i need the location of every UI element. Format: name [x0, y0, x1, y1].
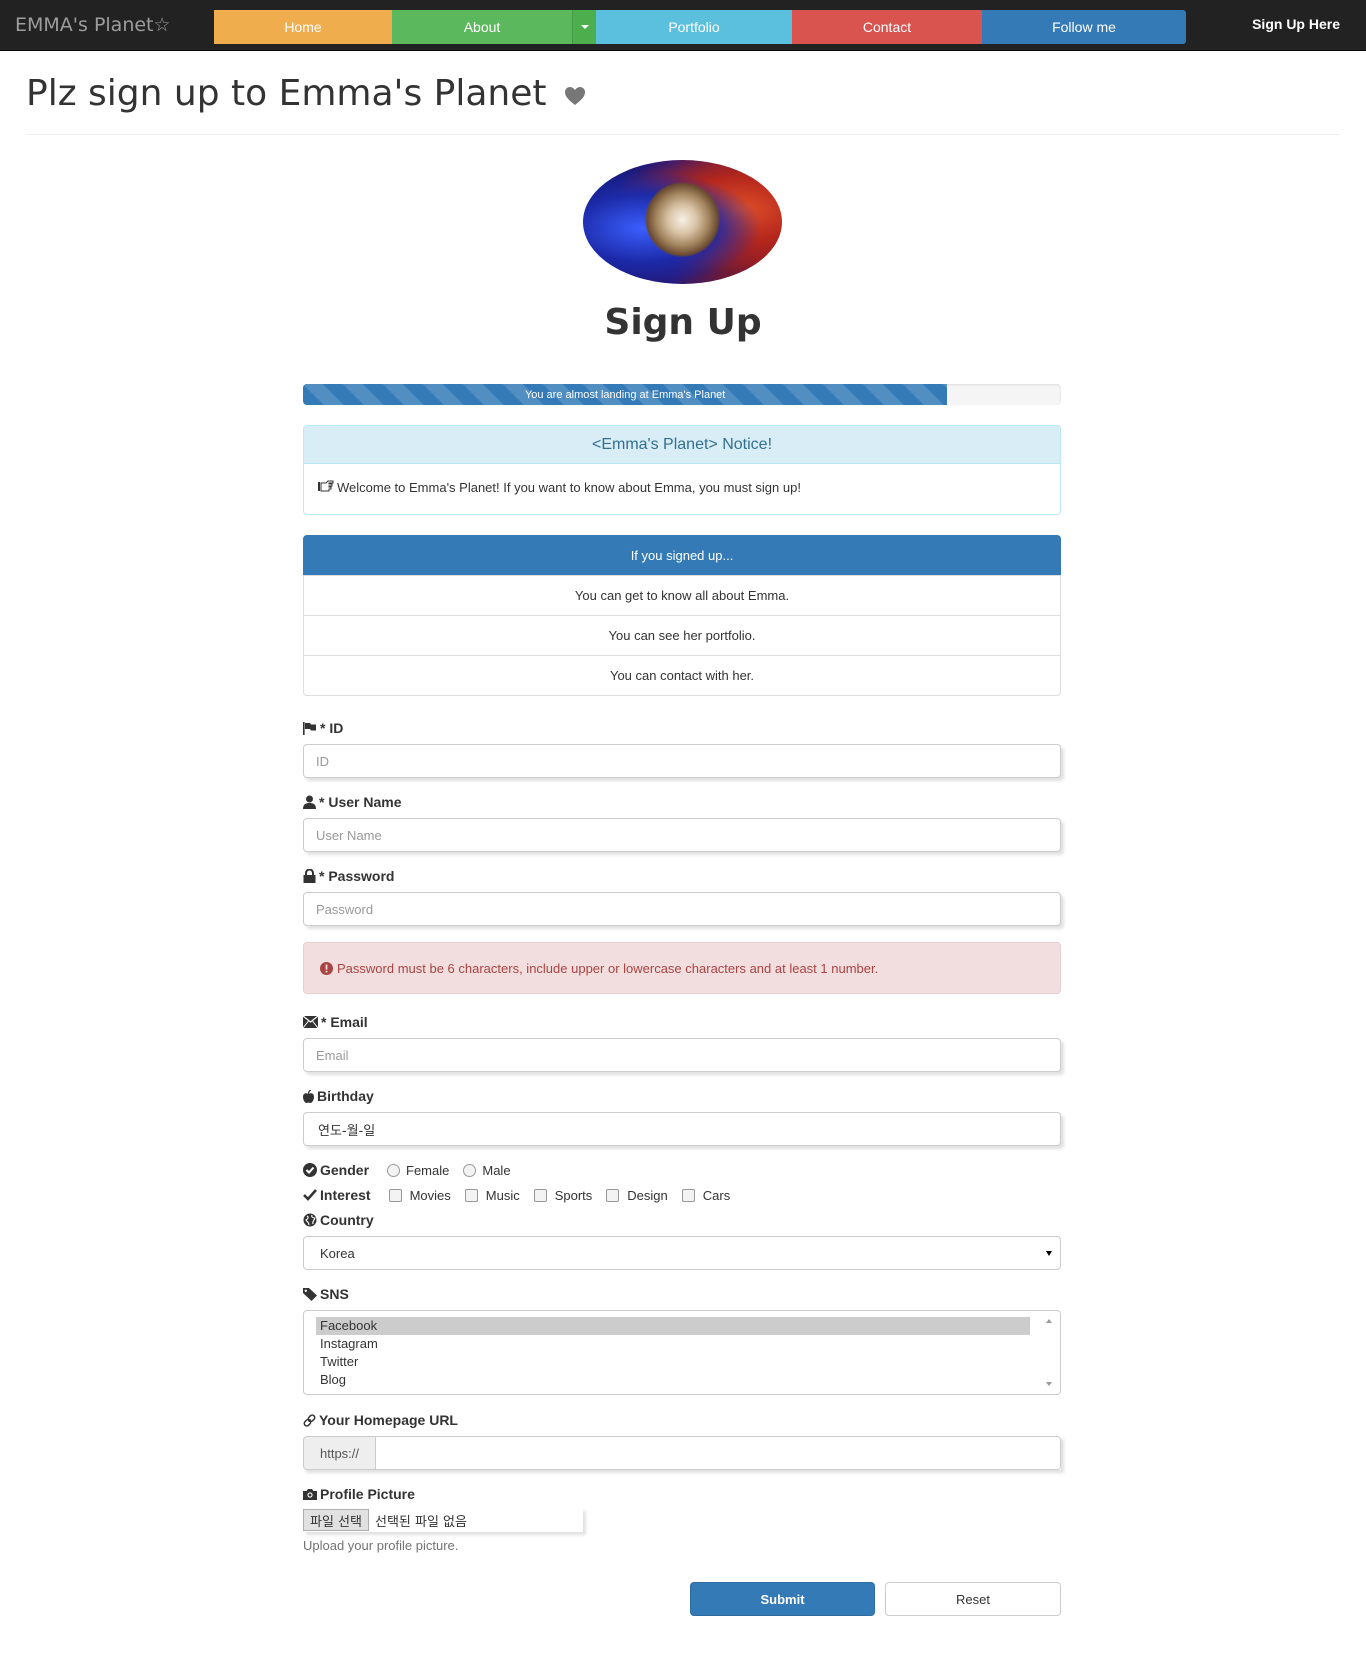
birthday-label: Birthday — [303, 1088, 374, 1104]
nav-follow-me[interactable]: Follow me — [982, 10, 1186, 44]
reset-button[interactable]: Reset — [885, 1582, 1061, 1616]
notice-panel: <Emma's Planet> Notice! Welcome to Emma'… — [303, 425, 1061, 515]
nav-portfolio[interactable]: Portfolio — [596, 10, 792, 44]
user-icon — [303, 795, 316, 809]
choose-file-button[interactable]: 파일 선택 — [303, 1509, 369, 1531]
select-arrow-icon — [1046, 1251, 1052, 1256]
country-selected-value: Korea — [320, 1245, 355, 1261]
navbar: EMMA's Planet☆ Home About Portfolio Cont… — [0, 0, 1366, 51]
gender-label: Gender — [303, 1162, 369, 1178]
envelope-icon — [303, 1016, 318, 1028]
signup-heading: Sign Up — [604, 302, 762, 343]
camera-icon — [303, 1489, 317, 1500]
tag-icon — [303, 1287, 317, 1301]
list-item: You can see her portfolio. — [303, 615, 1061, 656]
username-input[interactable] — [303, 818, 1061, 852]
brand[interactable]: EMMA's Planet☆ — [15, 14, 171, 36]
email-input[interactable] — [303, 1038, 1061, 1072]
checkbox-sports[interactable] — [533, 1188, 547, 1202]
submit-button[interactable]: Submit — [690, 1582, 875, 1616]
exclamation-circle-icon — [320, 961, 333, 975]
list-item: You can get to know all about Emma. — [303, 575, 1061, 616]
email-label: * Email — [303, 1014, 368, 1030]
page-title: Plz sign up to Emma's Planet — [26, 72, 586, 117]
no-file-text: 선택된 파일 없음 — [374, 1514, 467, 1530]
sns-label: SNS — [303, 1286, 349, 1302]
notice-body: Welcome to Emma's Planet! If you want to… — [304, 464, 1060, 511]
about-dropdown-toggle[interactable] — [572, 10, 596, 44]
progress-bar-track: You are almost landing at Emma's Planet — [303, 384, 1061, 405]
password-label: * Password — [303, 868, 394, 884]
homepage-input-group: https:// — [303, 1436, 1061, 1470]
scroll-up-icon[interactable] — [1046, 1319, 1052, 1323]
sns-option-instagram[interactable]: Instagram — [316, 1335, 1030, 1353]
interest-sports-option[interactable]: Sports — [533, 1188, 592, 1203]
sns-option-blog[interactable]: Blog — [316, 1371, 1030, 1389]
check-circle-icon — [303, 1163, 317, 1177]
planet-image — [583, 160, 782, 284]
checkbox-design[interactable] — [606, 1188, 620, 1202]
homepage-label: Your Homepage URL — [303, 1412, 458, 1428]
nav-home[interactable]: Home — [214, 10, 392, 44]
benefits-title: If you signed up... — [303, 535, 1061, 576]
checkbox-movies[interactable] — [388, 1188, 402, 1202]
gender-female-option[interactable]: Female — [387, 1163, 449, 1178]
interest-label: Interest — [303, 1187, 371, 1203]
gender-male-option[interactable]: Male — [463, 1163, 511, 1178]
sign-up-here-link[interactable]: Sign Up Here — [1252, 16, 1340, 32]
birthday-input[interactable]: 연도-월-일 — [303, 1112, 1061, 1146]
notice-title: <Emma's Planet> Notice! — [304, 426, 1060, 464]
id-input[interactable] — [303, 744, 1061, 778]
apple-icon — [303, 1089, 314, 1103]
sns-option-twitter[interactable]: Twitter — [316, 1353, 1030, 1371]
interest-group: Interest Movies Music Sports Design Cars — [303, 1187, 744, 1203]
password-input[interactable] — [303, 892, 1061, 926]
username-label: * User Name — [303, 794, 402, 810]
country-label: Country — [303, 1212, 374, 1228]
interest-movies-option[interactable]: Movies — [388, 1188, 451, 1203]
interest-music-option[interactable]: Music — [464, 1188, 520, 1203]
benefits-list: If you signed up... You can get to know … — [303, 535, 1061, 696]
nav-contact[interactable]: Contact — [792, 10, 982, 44]
country-select[interactable]: Korea — [303, 1236, 1061, 1270]
hand-pointing-icon — [318, 480, 334, 495]
header-divider — [26, 134, 1340, 135]
interest-design-option[interactable]: Design — [606, 1188, 668, 1203]
sns-option-facebook[interactable]: Facebook — [316, 1317, 1030, 1335]
flag-icon — [303, 721, 316, 735]
lock-icon — [303, 869, 316, 883]
page-title-text: Plz sign up to Emma's Planet — [26, 73, 547, 114]
homepage-url-input[interactable] — [376, 1436, 1061, 1470]
birthday-placeholder: 연도-월-일 — [318, 1123, 376, 1139]
radio-male[interactable] — [463, 1163, 477, 1177]
profile-picture-input[interactable]: 파일 선택 선택된 파일 없음 — [303, 1508, 583, 1532]
checkbox-music[interactable] — [464, 1188, 478, 1202]
heart-icon — [564, 73, 586, 116]
profile-picture-help: Upload your profile picture. — [303, 1538, 459, 1553]
sns-listbox[interactable]: Facebook Instagram Twitter Blog — [303, 1310, 1061, 1395]
radio-female[interactable] — [387, 1163, 401, 1177]
id-label: * ID — [303, 720, 343, 736]
checkmark-icon — [303, 1189, 317, 1201]
url-prefix: https:// — [303, 1436, 376, 1470]
scroll-down-icon[interactable] — [1046, 1382, 1052, 1386]
list-item: You can contact with her. — [303, 655, 1061, 696]
caret-down-icon — [580, 25, 589, 29]
gender-group: Gender Female Male — [303, 1162, 525, 1178]
checkbox-cars[interactable] — [681, 1188, 695, 1202]
globe-icon — [303, 1213, 317, 1227]
notice-text: Welcome to Emma's Planet! If you want to… — [337, 480, 801, 495]
progress-bar-fill: You are almost landing at Emma's Planet — [303, 384, 948, 405]
link-icon — [303, 1413, 316, 1427]
profile-picture-label: Profile Picture — [303, 1486, 415, 1502]
password-alert: Password must be 6 characters, include u… — [303, 942, 1061, 994]
nav-about[interactable]: About — [392, 10, 572, 44]
password-alert-text: Password must be 6 characters, include u… — [337, 960, 879, 976]
interest-cars-option[interactable]: Cars — [681, 1188, 730, 1203]
